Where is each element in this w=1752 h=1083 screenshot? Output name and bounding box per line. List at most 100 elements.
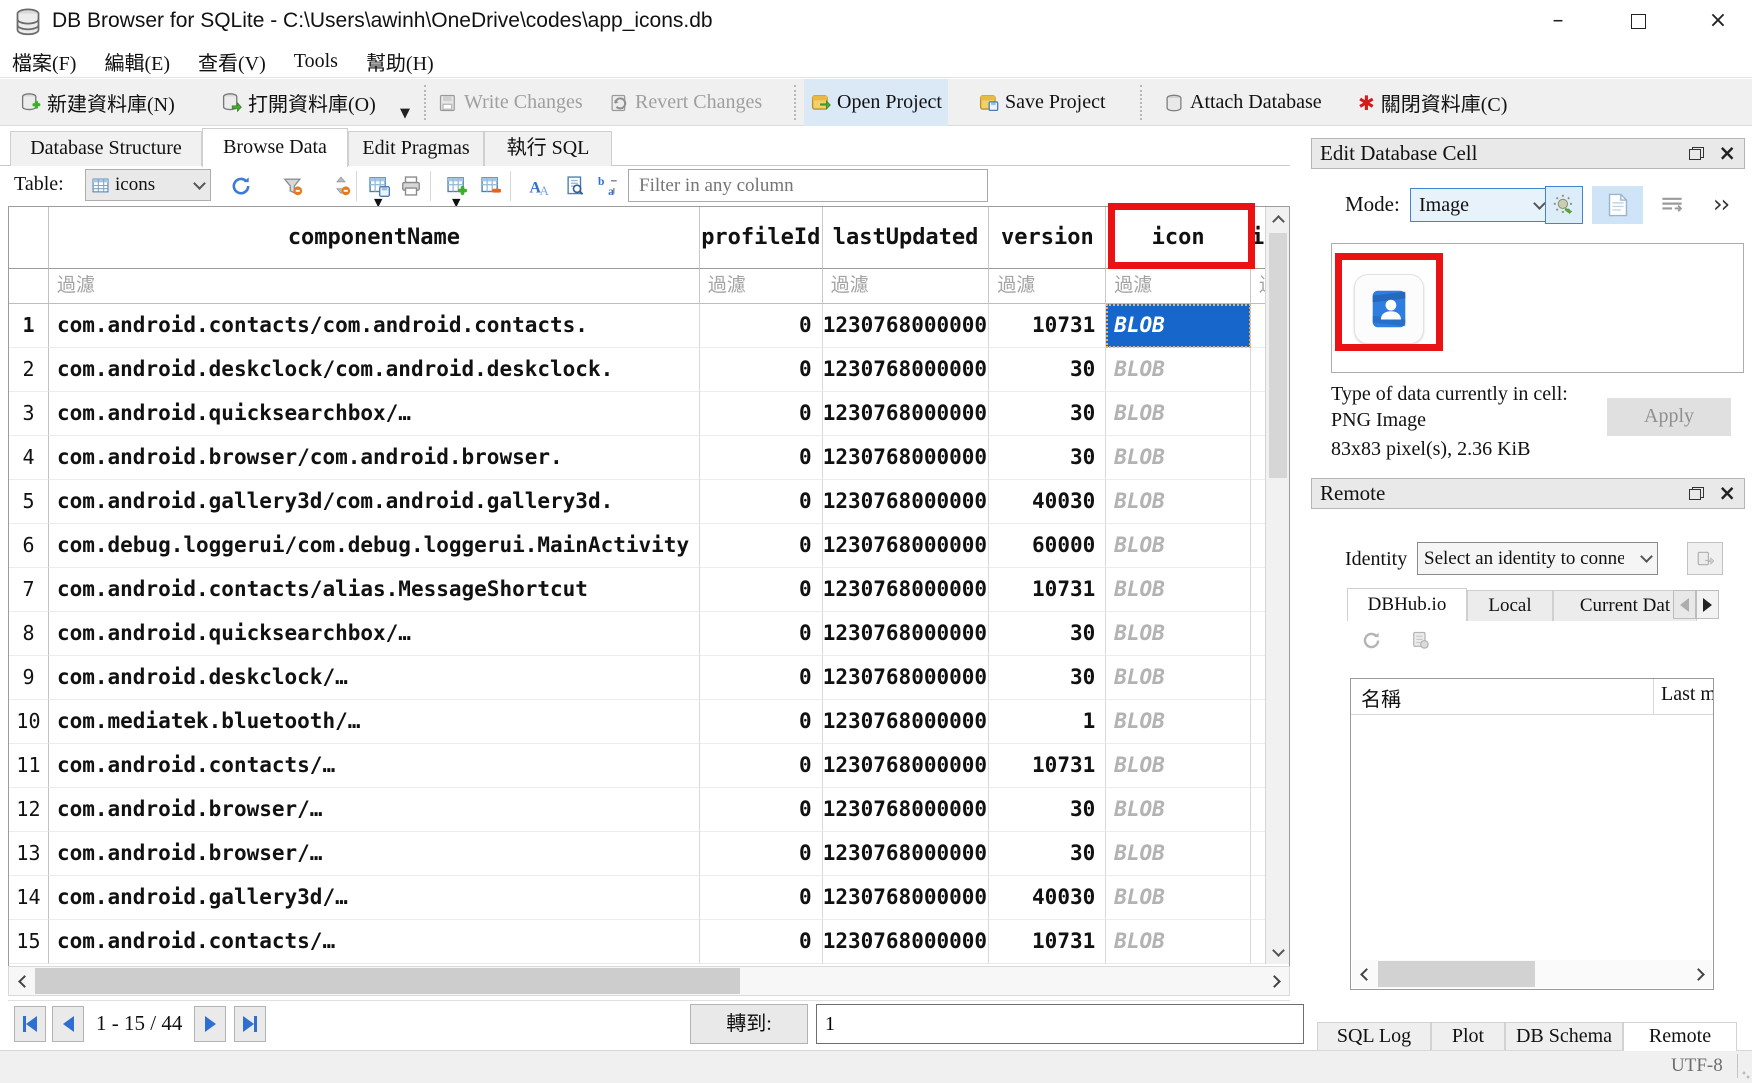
- column-header-version[interactable]: version: [989, 207, 1106, 269]
- maximize-button[interactable]: [1608, 0, 1668, 42]
- cell-version[interactable]: 30: [989, 656, 1106, 700]
- table-select[interactable]: icons: [85, 169, 211, 201]
- cell-icon-blob[interactable]: BLOB: [1106, 524, 1251, 568]
- scroll-right-icon[interactable]: [1263, 967, 1289, 995]
- filter-input-version[interactable]: 過濾: [989, 269, 1106, 304]
- word-wrap-icon[interactable]: [1658, 186, 1686, 224]
- cell-lastUpdated[interactable]: 1230768000000: [823, 876, 990, 920]
- cell-version[interactable]: 60000: [989, 524, 1106, 568]
- table-row[interactable]: 2com.android.deskclock/com.android.deskc…: [9, 348, 1265, 392]
- table-row[interactable]: 15com.android.contacts/…0123076800000010…: [9, 920, 1265, 964]
- cell-lastUpdated[interactable]: 1230768000000: [823, 700, 990, 744]
- filter-input-ic[interactable]: 過濾: [1251, 269, 1265, 304]
- next-page-button[interactable]: [194, 1006, 226, 1042]
- identity-select[interactable]: Select an identity to conne: [1417, 542, 1658, 575]
- text-view-button[interactable]: [1592, 186, 1643, 224]
- table-row[interactable]: 4com.android.browser/com.android.browser…: [9, 436, 1265, 480]
- encoding-indicator[interactable]: UTF-8: [1671, 1055, 1723, 1077]
- cell-version[interactable]: 1: [989, 700, 1106, 744]
- vertical-scrollbar-thumb[interactable]: [1269, 233, 1287, 478]
- delete-record-button[interactable]: [478, 173, 504, 199]
- cell-lastUpdated[interactable]: 1230768000000: [823, 612, 990, 656]
- cell-version[interactable]: 10731: [989, 920, 1106, 964]
- table-row[interactable]: 6com.debug.loggerui/com.debug.loggerui.M…: [9, 524, 1265, 568]
- cell-lastUpdated[interactable]: 1230768000000: [823, 788, 990, 832]
- cell-version[interactable]: 30: [989, 832, 1106, 876]
- cell-version[interactable]: 30: [989, 348, 1106, 392]
- print-button[interactable]: [398, 173, 424, 199]
- clone-database-button[interactable]: [1687, 542, 1723, 575]
- vertical-scrollbar[interactable]: [1265, 207, 1289, 964]
- cell-componentName[interactable]: com.android.quicksearchbox/…: [49, 392, 700, 436]
- cell-componentName[interactable]: com.mediatek.bluetooth/…: [49, 700, 700, 744]
- import-data-button[interactable]: [1545, 186, 1583, 224]
- cell-componentName[interactable]: com.android.contacts/alias.MessageShortc…: [49, 568, 700, 612]
- table-row[interactable]: 8com.android.quicksearchbox/…01230768000…: [9, 612, 1265, 656]
- cell-profileId[interactable]: 0: [700, 436, 823, 480]
- scroll-right-icon[interactable]: [1688, 960, 1712, 988]
- last-page-button[interactable]: [234, 1006, 266, 1042]
- cell-lastUpdated[interactable]: 1230768000000: [823, 436, 990, 480]
- cell-componentName[interactable]: com.android.contacts/…: [49, 920, 700, 964]
- scroll-down-icon[interactable]: [1266, 940, 1290, 964]
- cell-version[interactable]: 40030: [989, 876, 1106, 920]
- format-text-button[interactable]: AA: [526, 173, 552, 199]
- table-row[interactable]: 1com.android.contacts/com.android.contac…: [9, 304, 1265, 348]
- cell-icon-blob[interactable]: BLOB: [1106, 392, 1251, 436]
- attach-database-button[interactable]: Attach Database: [1158, 79, 1328, 126]
- cell-componentName[interactable]: com.android.browser/com.android.browser.: [49, 436, 700, 480]
- tab-browse-data[interactable]: Browse Data: [202, 128, 348, 167]
- dock-tab-remote[interactable]: Remote: [1623, 1022, 1737, 1051]
- clear-sort-button[interactable]: [328, 173, 354, 199]
- table-row[interactable]: 11com.android.contacts/…0123076800000010…: [9, 744, 1265, 788]
- scroll-up-icon[interactable]: [1266, 207, 1290, 231]
- cell-icon-blob[interactable]: BLOB: [1106, 304, 1251, 348]
- remote-clone-icon[interactable]: [1410, 630, 1430, 651]
- cell-lastUpdated[interactable]: 1230768000000: [823, 348, 990, 392]
- remote-list-hscrollbar[interactable]: [1352, 960, 1712, 988]
- dock-tab-db-schema[interactable]: DB Schema: [1505, 1022, 1623, 1051]
- refresh-button[interactable]: [228, 173, 254, 199]
- table-row[interactable]: 12com.android.browser/…0123076800000030B…: [9, 788, 1265, 832]
- table-row[interactable]: 5com.android.gallery3d/com.android.galle…: [9, 480, 1265, 524]
- table-row[interactable]: 9com.android.deskclock/…0123076800000030…: [9, 656, 1265, 700]
- column-header-profileId[interactable]: profileId: [700, 207, 823, 269]
- find-in-table-button[interactable]: [562, 173, 588, 199]
- goto-button[interactable]: 轉到:: [690, 1004, 808, 1044]
- cell-lastUpdated[interactable]: 1230768000000: [823, 392, 990, 436]
- table-row[interactable]: 3com.android.quicksearchbox/…01230768000…: [9, 392, 1265, 436]
- cell-profileId[interactable]: 0: [700, 524, 823, 568]
- name-column-header[interactable]: 名稱: [1361, 683, 1401, 712]
- write-changes-button[interactable]: Write Changes: [432, 79, 589, 126]
- scroll-left-icon[interactable]: [1352, 960, 1376, 988]
- apply-button[interactable]: Apply: [1607, 398, 1731, 436]
- cell-profileId[interactable]: 0: [700, 612, 823, 656]
- open-database-button[interactable]: 打開資料庫(O): [215, 79, 382, 126]
- cell-profileId[interactable]: 0: [700, 392, 823, 436]
- tab-scroll-right-button[interactable]: [1696, 590, 1719, 619]
- cell-lastUpdated[interactable]: 1230768000000: [823, 744, 990, 788]
- dock-tab-sql-log[interactable]: SQL Log: [1317, 1022, 1431, 1051]
- cell-icon-blob[interactable]: BLOB: [1106, 744, 1251, 788]
- cell-componentName[interactable]: com.debug.loggerui/com.debug.loggerui.Ma…: [49, 524, 700, 568]
- cell-profileId[interactable]: 0: [700, 304, 823, 348]
- close-button[interactable]: ×: [1688, 0, 1748, 42]
- cell-profileId[interactable]: 0: [700, 876, 823, 920]
- cell-lastUpdated[interactable]: 1230768000000: [823, 832, 990, 876]
- tab-edit-pragmas[interactable]: Edit Pragmas: [348, 131, 484, 166]
- cell-version[interactable]: 40030: [989, 480, 1106, 524]
- close-panel-icon[interactable]: ×: [1718, 143, 1736, 163]
- cell-profileId[interactable]: 0: [700, 832, 823, 876]
- float-panel-icon[interactable]: [1689, 487, 1704, 500]
- cell-componentName[interactable]: com.android.browser/…: [49, 832, 700, 876]
- dock-tab-plot[interactable]: Plot: [1431, 1022, 1505, 1051]
- remote-tab-dbhub-io[interactable]: DBHub.io: [1347, 588, 1467, 621]
- filter-any-column-input[interactable]: [628, 169, 988, 202]
- cell-version[interactable]: 10731: [989, 304, 1106, 348]
- cell-componentName[interactable]: com.android.deskclock/…: [49, 656, 700, 700]
- filter-input-icon[interactable]: 過濾: [1106, 269, 1251, 304]
- cell-componentName[interactable]: com.android.gallery3d/…: [49, 876, 700, 920]
- cell-icon-blob[interactable]: BLOB: [1106, 348, 1251, 392]
- cell-lastUpdated[interactable]: 1230768000000: [823, 920, 990, 964]
- save-project-button[interactable]: Save Project: [972, 79, 1112, 126]
